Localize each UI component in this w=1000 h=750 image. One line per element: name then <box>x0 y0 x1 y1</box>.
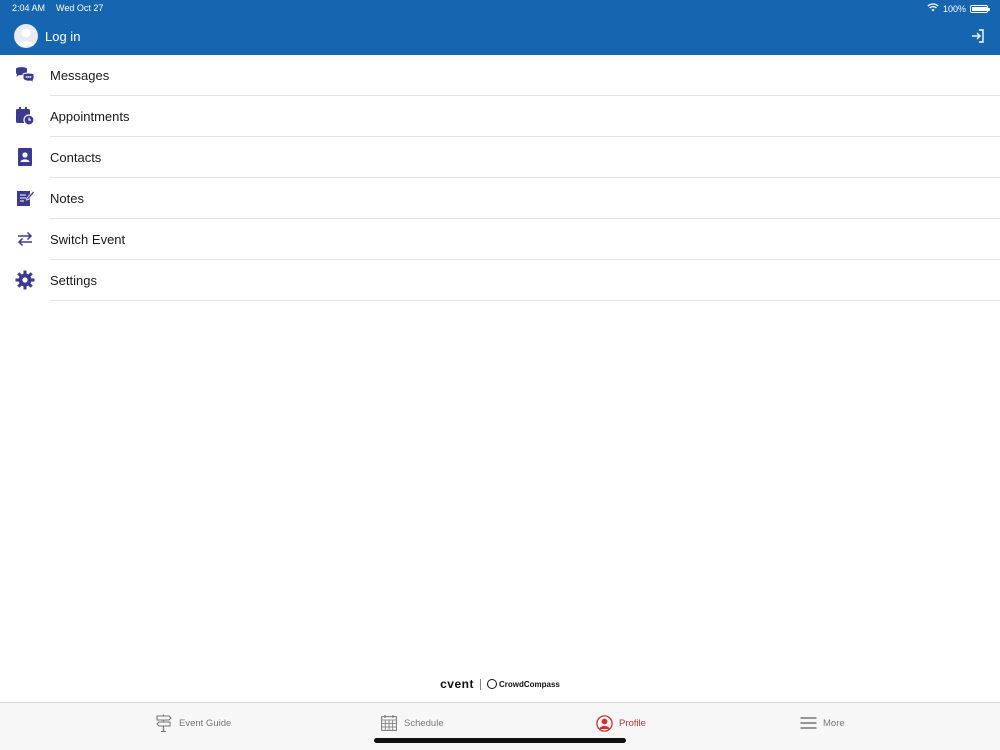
wifi-icon <box>927 3 939 14</box>
menu-label-switch-event: Switch Event <box>50 232 126 247</box>
calendar-icon <box>380 714 398 732</box>
divider <box>50 300 1000 301</box>
menu-label-messages: Messages <box>50 68 110 83</box>
menu-label-notes: Notes <box>50 191 84 206</box>
login-button[interactable]: Log in <box>14 24 80 48</box>
battery-icon <box>970 4 990 13</box>
app-screen: 2:04 AM Wed Oct 27 100% Log in Messages … <box>0 0 1000 750</box>
menu-label-appointments: Appointments <box>50 109 130 124</box>
cvent-logo: cvent <box>440 677 474 691</box>
sign-in-icon[interactable] <box>970 28 986 44</box>
status-indicators: 100% <box>927 3 990 14</box>
tab-label-profile: Profile <box>619 717 646 729</box>
gear-icon <box>15 270 35 290</box>
profile-icon <box>595 714 613 732</box>
login-label: Log in <box>45 28 81 44</box>
menu-item-messages[interactable]: Messages <box>0 55 1000 96</box>
crowdcompass-text: CrowdCompass <box>498 679 560 689</box>
tab-label-event-guide: Event Guide <box>179 717 232 729</box>
menu-item-settings[interactable]: Settings <box>0 260 1000 301</box>
tab-more[interactable]: More <box>799 712 845 734</box>
profile-menu: Messages Appointments Contacts Notes Swi… <box>0 55 1000 301</box>
status-time: 2:04 AM <box>12 3 46 13</box>
status-date: Wed Oct 27 <box>56 3 104 13</box>
brand-footer: cvent CrowdCompass <box>0 677 1000 691</box>
menu-item-notes[interactable]: Notes <box>0 178 1000 219</box>
battery-percent: 100% <box>942 3 966 14</box>
tab-label-more: More <box>823 717 845 729</box>
app-header: 2:04 AM Wed Oct 27 100% Log in <box>0 0 1000 55</box>
menu-item-appointments[interactable]: Appointments <box>0 96 1000 137</box>
tab-label-schedule: Schedule <box>404 717 444 729</box>
brand-separator <box>479 678 481 690</box>
menu-item-switch-event[interactable]: Switch Event <box>0 219 1000 260</box>
home-indicator[interactable] <box>374 738 626 743</box>
crowdcompass-icon <box>486 679 497 689</box>
tab-event-guide[interactable]: Event Guide <box>155 712 231 734</box>
swap-arrows-icon <box>15 229 35 249</box>
menu-label-contacts: Contacts <box>50 150 102 165</box>
hamburger-menu-icon <box>799 714 817 732</box>
note-pencil-icon <box>15 188 35 208</box>
battery-fill <box>972 6 988 11</box>
tab-schedule[interactable]: Schedule <box>380 712 444 734</box>
menu-label-settings: Settings <box>50 273 97 288</box>
user-avatar-icon <box>14 24 38 48</box>
contact-book-icon <box>15 147 35 167</box>
chat-bubbles-icon <box>15 65 35 85</box>
menu-item-contacts[interactable]: Contacts <box>0 137 1000 178</box>
status-bar: 2:04 AM Wed Oct 27 100% <box>12 3 990 15</box>
tab-profile[interactable]: Profile <box>595 712 646 734</box>
crowdcompass-logo: CrowdCompass <box>486 679 560 689</box>
signpost-icon <box>155 714 173 732</box>
calendar-clock-icon <box>15 106 35 126</box>
